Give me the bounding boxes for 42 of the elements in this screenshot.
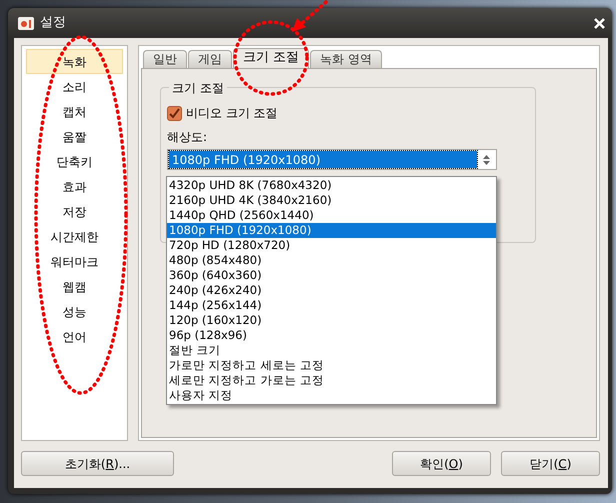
spinner-icon: [482, 154, 490, 166]
dropdown-option[interactable]: 720p HD (1280x720): [167, 238, 496, 253]
dropdown-option[interactable]: 144p (256x144): [167, 298, 496, 313]
category-item[interactable]: 성능: [26, 299, 123, 324]
category-item[interactable]: 단축키: [26, 149, 123, 174]
resolution-label: 해상도:: [167, 129, 208, 146]
close-icon[interactable]: [593, 16, 606, 30]
dialog-button[interactable]: 확인(O): [392, 451, 491, 476]
category-item[interactable]: 워터마크: [26, 249, 123, 274]
dialog-button[interactable]: 닫기(C): [501, 451, 600, 476]
tab[interactable]: 녹화 영역: [310, 50, 382, 68]
annotation-arrow: [292, 0, 328, 32]
category-item[interactable]: 시간제한: [26, 224, 123, 249]
category-item[interactable]: 웹캠: [26, 274, 123, 299]
dropdown-option[interactable]: 120p (160x120): [167, 313, 496, 328]
reset-button[interactable]: 초기화(R)...: [21, 451, 174, 476]
window-title: 설정: [40, 14, 66, 32]
dropdown-option[interactable]: 2160p UHD 4K (3840x2160): [167, 193, 496, 208]
dropdown-option[interactable]: 4320p UHD 8K (7680x4320): [167, 178, 496, 193]
dropdown-option[interactable]: 360p (640x360): [167, 268, 496, 283]
resolution-dropdown[interactable]: 1080p FHD (1920x1080): [167, 149, 497, 170]
dropdown-option[interactable]: 가로만 지정하고 세로는 고정: [167, 358, 496, 373]
dropdown-option[interactable]: 1080p FHD (1920x1080): [167, 223, 496, 238]
dropdown-option[interactable]: 1440p QHD (2560x1440): [167, 208, 496, 223]
checkbox[interactable]: [167, 106, 182, 120]
dropdown-option[interactable]: 절반 크기: [167, 343, 496, 358]
category-item[interactable]: 소리: [26, 74, 123, 99]
dropdown-option[interactable]: 96p (128x96): [167, 328, 496, 343]
category-item[interactable]: 효과: [26, 174, 123, 199]
category-item[interactable]: 캡처: [26, 99, 123, 124]
category-item[interactable]: 움짤: [26, 124, 123, 149]
category-item[interactable]: 저장: [26, 199, 123, 224]
tab[interactable]: 일반: [143, 50, 187, 68]
category-item[interactable]: 언어: [26, 324, 123, 349]
app-icon: [18, 16, 34, 30]
category-item[interactable]: 녹화: [26, 49, 123, 74]
dropdown-option[interactable]: 사용자 지정: [167, 388, 496, 403]
dropdown-option[interactable]: 480p (854x480): [167, 253, 496, 268]
tab[interactable]: 게임: [188, 50, 232, 68]
dropdown-option[interactable]: 세로만 지정하고 가로는 고정: [167, 373, 496, 388]
checkbox-label[interactable]: 비디오 크기 조절: [186, 104, 278, 122]
dropdown-option[interactable]: 240p (426x240): [167, 283, 496, 298]
